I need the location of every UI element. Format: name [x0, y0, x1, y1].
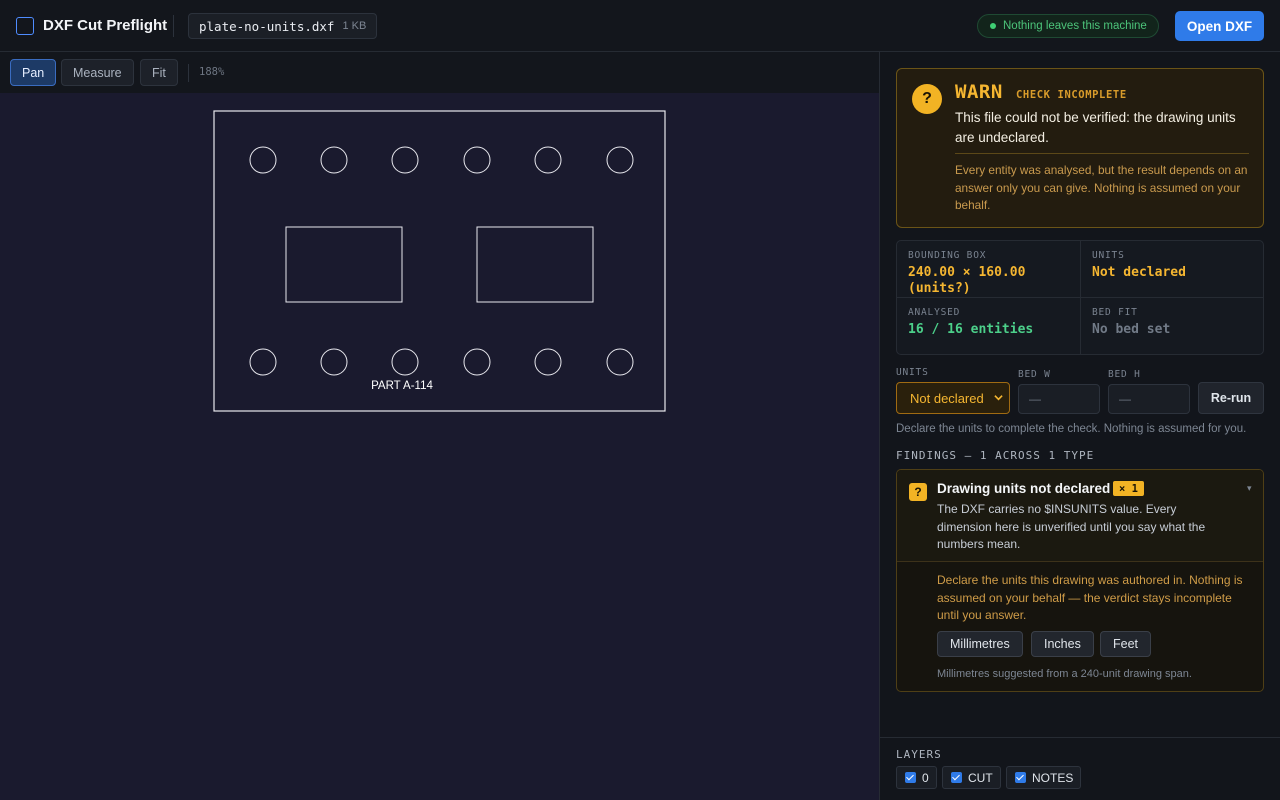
file-size: 1 KB: [342, 20, 367, 32]
fit-tool-button[interactable]: Fit: [140, 59, 178, 86]
bed-width-input[interactable]: —: [1018, 384, 1100, 414]
stat-bed-fit: BED FIT No bed set: [1081, 298, 1263, 354]
question-icon: ?: [909, 483, 927, 501]
hole: [320, 146, 348, 174]
hole: [463, 348, 491, 376]
zoom-level: 188%: [199, 66, 225, 78]
layers-title: LAYERS: [896, 748, 942, 761]
finding-description: The DXF carries no $INSUNITS value. Ever…: [937, 502, 1206, 551]
chevron-down-icon: [994, 395, 1003, 401]
drawing-svg: PART A-114: [213, 110, 666, 412]
finding-title: Drawing units not declared: [937, 481, 1111, 496]
results-panel: ? WARN CHECK INCOMPLETE This file could …: [880, 52, 1280, 800]
hole: [320, 348, 348, 376]
unit-option-feet[interactable]: Feet: [1100, 631, 1152, 657]
units-select-value: Not declared: [910, 390, 984, 406]
toolbar-divider: [188, 64, 189, 82]
stat-label: UNITS: [1092, 250, 1125, 261]
verdict-status-detail: CHECK INCOMPLETE: [1016, 89, 1127, 101]
stat-bounding-box: BOUNDING BOX 240.00 × 160.00 (units?): [897, 241, 1081, 298]
hole: [391, 146, 419, 174]
unit-option-millimetres[interactable]: Millimetres: [937, 631, 1023, 657]
stat-value: Not declared: [1092, 265, 1186, 280]
layer-toggle-0[interactable]: 0: [896, 766, 937, 789]
app-title: DXF Cut Preflight: [43, 17, 168, 34]
question-icon: ?: [912, 84, 942, 114]
finding-card: ? Drawing units not declared × 1 ▾ The D…: [896, 469, 1264, 692]
hole-row-top: [249, 146, 634, 174]
hole: [249, 146, 277, 174]
drawing-canvas[interactable]: PART A-114: [0, 93, 879, 800]
findings-title: FINDINGS — 1 ACROSS 1 TYPE: [896, 449, 1095, 462]
verdict-status: WARN: [955, 81, 1003, 103]
app-logo-icon: [16, 17, 34, 35]
layer-name: CUT: [968, 770, 993, 785]
canvas-toolbar: Pan Measure Fit: [0, 52, 879, 93]
units-select[interactable]: Not declared: [896, 382, 1010, 414]
finding-note: Millimetres suggested from a 240-unit dr…: [937, 668, 1192, 680]
bed-h-label: BED H: [1108, 369, 1141, 380]
privacy-note: Nothing leaves this machine: [1003, 20, 1147, 32]
bed-w-label: BED W: [1018, 369, 1051, 380]
stat-label: BOUNDING BOX: [908, 250, 987, 261]
hole: [463, 146, 491, 174]
stat-label: ANALYSED: [908, 307, 961, 318]
finding-header[interactable]: ? Drawing units not declared × 1 ▾ The D…: [897, 470, 1263, 562]
measure-tool-button[interactable]: Measure: [61, 59, 134, 86]
hole: [249, 348, 277, 376]
file-name: plate-no-units.dxf: [199, 18, 335, 34]
stat-analysed: ANALYSED 16 / 16 entities: [897, 298, 1081, 354]
checkbox-checked-icon[interactable]: [905, 772, 916, 783]
rerun-button[interactable]: Re-run: [1198, 382, 1264, 414]
unit-option-inches[interactable]: Inches: [1031, 631, 1094, 657]
title-divider: [173, 15, 174, 37]
verdict-divider: [955, 153, 1249, 154]
layer-toggle-cut[interactable]: CUT: [942, 766, 1001, 789]
units-hint: Declare the units to complete the check.…: [896, 423, 1247, 435]
status-dot-icon: [990, 23, 996, 29]
hole-row-bottom: [249, 348, 634, 376]
top-bar: DXF Cut Preflight plate-no-units.dxf 1 K…: [0, 0, 1280, 52]
layers-divider: [880, 737, 1280, 738]
file-chip: plate-no-units.dxf 1 KB: [188, 13, 378, 39]
part-label: PART A-114: [371, 380, 433, 392]
stat-value: 16 / 16 entities: [908, 322, 1034, 337]
stat-units: UNITS Not declared: [1081, 241, 1263, 298]
hole: [391, 348, 419, 376]
stat-label: BED FIT: [1092, 307, 1138, 318]
collapse-caret-icon[interactable]: ▾: [1247, 483, 1252, 494]
stat-value: No bed set: [1092, 322, 1171, 337]
hole: [606, 146, 634, 174]
units-label: UNITS: [896, 367, 929, 378]
stat-value: 240.00 × 160.00 (units?): [908, 265, 1026, 296]
layer-name: 0: [922, 770, 929, 785]
finding-count-badge: × 1: [1113, 481, 1144, 496]
layer-toggle-notes[interactable]: NOTES: [1006, 766, 1082, 789]
finding-body: Declare the units this drawing was autho…: [937, 573, 1243, 622]
stats-grid: BOUNDING BOX 240.00 × 160.00 (units?) UN…: [896, 240, 1264, 355]
checkbox-checked-icon[interactable]: [1015, 772, 1026, 783]
cutout-left: [285, 226, 403, 303]
hole: [606, 348, 634, 376]
verdict-card: ? WARN CHECK INCOMPLETE This file could …: [896, 68, 1264, 228]
hole: [534, 146, 562, 174]
verdict-message: This file could not be verified: the dra…: [955, 110, 1236, 145]
plate-outline: [213, 110, 666, 412]
open-dxf-button[interactable]: Open DXF: [1175, 11, 1264, 41]
checkbox-checked-icon[interactable]: [951, 772, 962, 783]
privacy-badge: Nothing leaves this machine: [977, 14, 1159, 38]
verdict-detail: Every entity was analysed, but the resul…: [955, 163, 1248, 212]
pan-tool-button[interactable]: Pan: [10, 59, 57, 86]
hole: [534, 348, 562, 376]
bed-height-input[interactable]: —: [1108, 384, 1190, 414]
cutout-right: [476, 226, 594, 303]
layer-name: NOTES: [1032, 770, 1074, 785]
